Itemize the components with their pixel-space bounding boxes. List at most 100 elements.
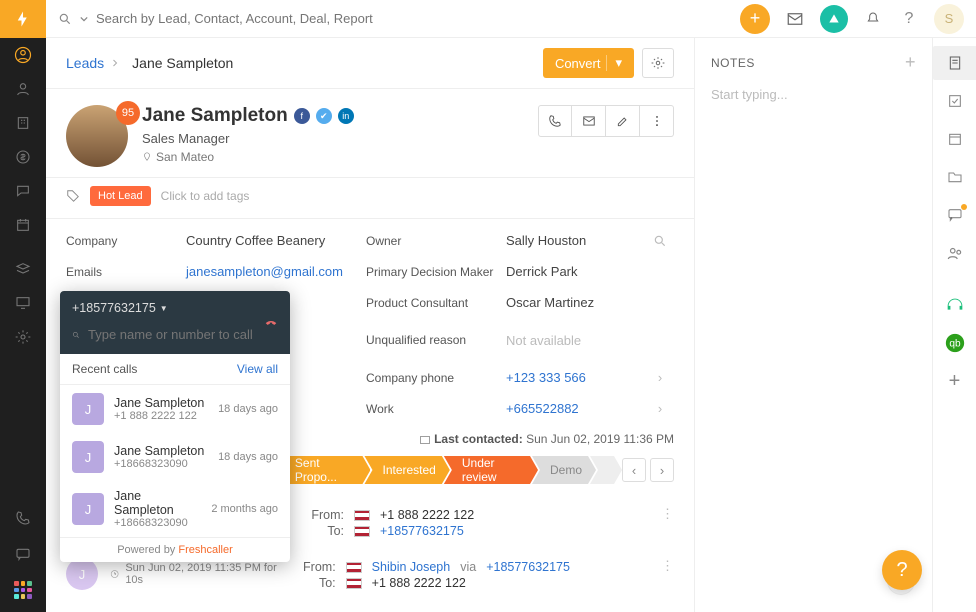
caller-hangup[interactable] — [264, 315, 278, 329]
activity-caller[interactable]: Shibin Joseph — [372, 560, 451, 574]
topbar-help[interactable]: ? — [898, 10, 920, 28]
details-search[interactable] — [653, 234, 667, 248]
nav-deals[interactable] — [0, 140, 46, 174]
topbar-notifications[interactable] — [862, 11, 884, 27]
nav-reports[interactable] — [0, 208, 46, 242]
nav-messages[interactable] — [0, 536, 46, 572]
nav-apps[interactable] — [0, 572, 46, 608]
chevron-right-icon — [104, 57, 126, 69]
expand-phone-1[interactable]: › — [658, 370, 662, 385]
field-cp-label: Company phone — [366, 371, 506, 385]
search-icon — [653, 234, 667, 248]
lead-header: 95 Jane Sampleton f ✔ in Sales Manager S… — [46, 89, 694, 178]
activity-to[interactable]: +18577632175 — [380, 524, 464, 538]
expand-phone-2[interactable]: › — [658, 401, 662, 416]
add-button[interactable]: + — [740, 4, 770, 34]
stage-under-review[interactable]: Under review — [444, 456, 538, 484]
content: Leads Jane Sampleton Convert ▾ — [46, 38, 976, 612]
activity-more[interactable]: ⋮ — [661, 506, 674, 538]
tag-hot-lead[interactable]: Hot Lead — [90, 186, 151, 206]
us-flag-icon — [346, 578, 362, 589]
field-cp-value[interactable]: +123 333 566 — [506, 370, 646, 385]
call-button[interactable] — [538, 105, 572, 137]
page-settings-button[interactable] — [642, 48, 674, 78]
call-name: Jane Sampleton — [114, 489, 201, 517]
help-fab[interactable]: ? — [882, 550, 922, 590]
nav-tasks[interactable] — [0, 252, 46, 286]
call-time: 18 days ago — [218, 451, 278, 463]
breadcrumb-root[interactable]: Leads — [66, 55, 104, 71]
main-area: + ? S Leads Jane Sampleton Convert — [46, 0, 976, 612]
activity-avatar: J — [66, 558, 98, 590]
user-avatar[interactable]: S — [934, 4, 964, 34]
field-owner-label: Owner — [366, 234, 506, 248]
checkbox-icon — [947, 93, 963, 109]
topbar-freshworks[interactable] — [820, 5, 848, 33]
lead-location: San Mateo — [142, 150, 524, 164]
activity-more[interactable]: ⋮ — [661, 558, 674, 590]
convert-caret[interactable]: ▾ — [606, 55, 622, 71]
field-pc-value: Oscar Martinez — [506, 295, 646, 310]
rail-files[interactable] — [933, 160, 976, 194]
rail-appointments[interactable] — [933, 122, 976, 156]
nav-conversations[interactable] — [0, 174, 46, 208]
tags-row: Hot Lead Click to add tags — [46, 178, 694, 219]
center-column: Leads Jane Sampleton Convert ▾ — [46, 38, 694, 612]
linkedin-icon[interactable]: in — [338, 108, 354, 124]
caller-search-input[interactable] — [88, 327, 264, 342]
rail-integration-1[interactable] — [933, 288, 976, 322]
nav-phone[interactable] — [0, 500, 46, 536]
field-emails-value[interactable]: janesampleton@gmail.com — [186, 264, 366, 279]
rail-integration-2[interactable]: qb — [933, 326, 976, 360]
pipeline-prev[interactable]: ‹ — [622, 458, 646, 482]
phone-down-icon — [264, 315, 278, 329]
twitter-icon[interactable]: ✔ — [316, 108, 332, 124]
caret-down-icon[interactable] — [80, 15, 88, 23]
recent-call-item[interactable]: J Jane Sampleton+18668323090 2 months ag… — [60, 481, 290, 537]
nav-lead[interactable] — [0, 72, 46, 106]
nav-contacts[interactable] — [0, 38, 46, 72]
edit-button[interactable] — [606, 105, 640, 137]
bell-icon — [865, 11, 881, 27]
email-button[interactable] — [572, 105, 606, 137]
notes-input[interactable]: Start typing... — [711, 87, 916, 102]
notes-title: NOTES — [711, 56, 755, 70]
rail-collaborators[interactable] — [933, 236, 976, 270]
rail-add-app[interactable]: + — [933, 364, 976, 398]
stage-demo[interactable]: Demo — [532, 456, 596, 484]
convert-button[interactable]: Convert ▾ — [543, 48, 634, 78]
rail-tasks[interactable] — [933, 84, 976, 118]
recent-call-item[interactable]: J Jane Sampleton+1 888 2222 122 18 days … — [60, 385, 290, 433]
field-work-label: Work — [366, 402, 506, 416]
stage-interested[interactable]: Interested — [364, 456, 449, 484]
call-time: 2 months ago — [211, 503, 278, 515]
topbar-email[interactable] — [784, 10, 806, 28]
stack-icon — [15, 261, 31, 277]
tag-icon — [66, 189, 80, 203]
rail-notes[interactable] — [933, 46, 976, 80]
caller-view-all[interactable]: View all — [237, 362, 278, 376]
recent-call-item[interactable]: J Jane Sampleton+18668323090 18 days ago — [60, 433, 290, 481]
app-logo[interactable] — [0, 0, 46, 38]
rail-conversations[interactable] — [933, 198, 976, 232]
stage-sent-proposal[interactable]: Sent Propo... — [277, 456, 371, 484]
add-tags-hint[interactable]: Click to add tags — [161, 189, 250, 203]
circle-app-icon: qb — [944, 332, 966, 354]
notes-add[interactable]: + — [905, 52, 916, 73]
call-name: Jane Sampleton — [114, 396, 208, 410]
field-owner-value: Sally Houston — [506, 233, 646, 248]
pipeline-next[interactable]: › — [650, 458, 674, 482]
pencil-icon — [616, 114, 630, 128]
dots-vertical-icon — [650, 114, 664, 128]
field-work-value[interactable]: +665522882 — [506, 401, 646, 416]
facebook-icon[interactable]: f — [294, 108, 310, 124]
notes-panel: NOTES + Start typing... ✓ — [694, 38, 932, 612]
global-search-input[interactable] — [96, 11, 376, 26]
caller-number[interactable]: +18577632175 ▼ — [72, 301, 278, 315]
nav-settings[interactable] — [0, 320, 46, 354]
more-button[interactable] — [640, 105, 674, 137]
nav-accounts[interactable] — [0, 106, 46, 140]
call-avatar: J — [72, 393, 104, 425]
building-icon — [15, 115, 31, 131]
nav-dashboard[interactable] — [0, 286, 46, 320]
